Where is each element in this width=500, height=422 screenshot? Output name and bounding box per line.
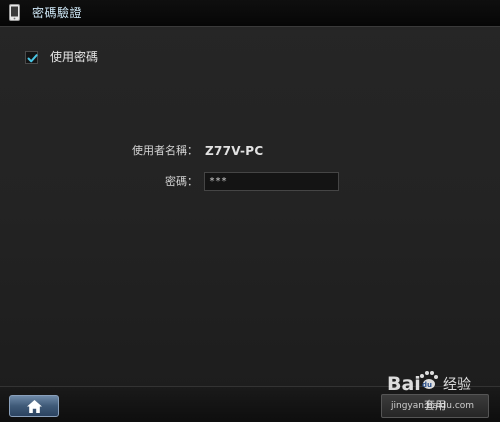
apply-button[interactable]: 套用 [381,394,489,418]
password-field[interactable] [204,172,339,191]
username-value: Z77V-PC [205,144,264,158]
phone-icon [9,4,20,21]
home-button[interactable] [9,395,59,417]
bottom-toolbar: 套用 [0,386,500,422]
username-label: 使用者名稱： [132,144,198,157]
password-label: 密碼： [165,175,198,188]
password-verification-window: 密碼驗證 使用密碼 使用者名稱： Z77V-PC 密碼： 套用 Bai [0,0,500,422]
use-password-checkbox[interactable] [25,51,38,64]
window-title: 密碼驗證 [32,6,83,20]
home-icon [27,400,42,413]
title-bar: 密碼驗證 [0,0,500,27]
use-password-label[interactable]: 使用密碼 [50,49,98,65]
checkmark-icon [27,54,38,63]
